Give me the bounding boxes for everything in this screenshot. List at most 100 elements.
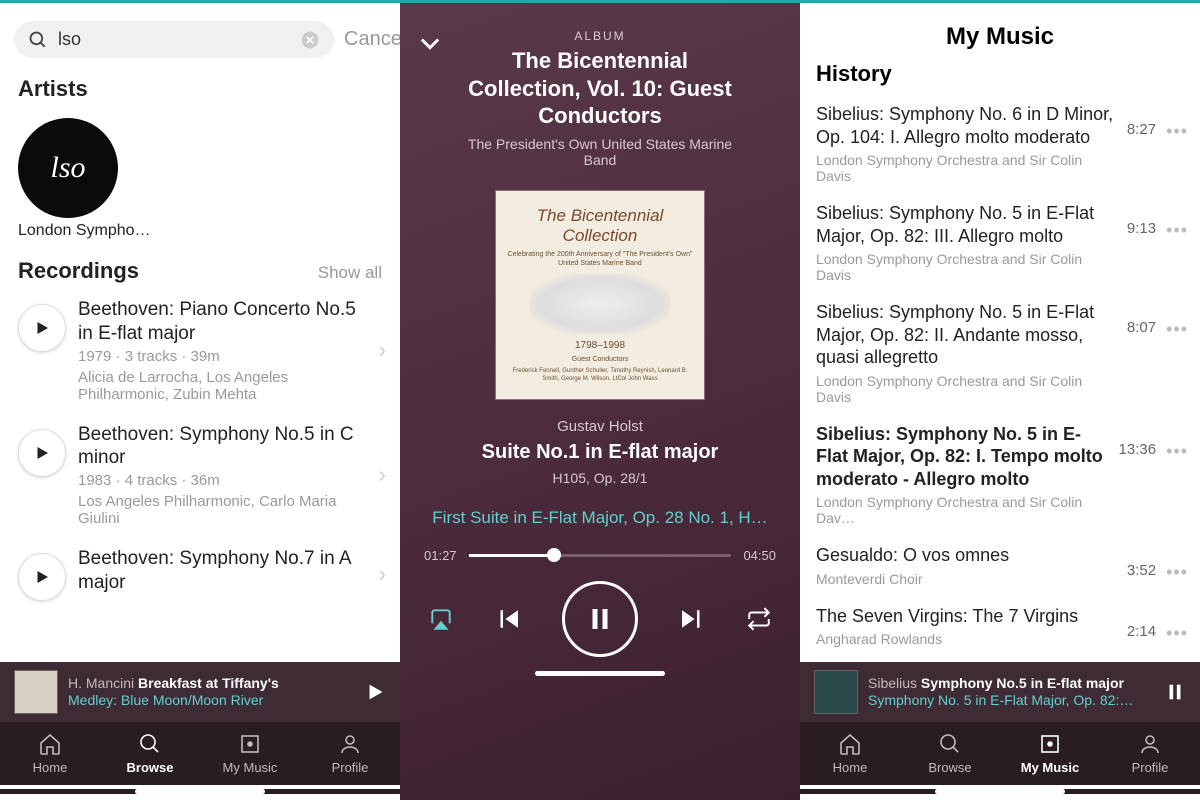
history-row[interactable]: Sibelius: Symphony No. 5 in E-Flat Major… — [800, 415, 1200, 537]
history-artist: London Symphony Orchestra and Sir Colin … — [816, 373, 1117, 405]
tab-mymusic[interactable]: My Music — [200, 722, 300, 785]
mymusic-icon — [238, 732, 262, 756]
tab-label: Home — [833, 760, 868, 775]
recording-row[interactable]: Beethoven: Symphony No.7 in A major › — [0, 537, 400, 611]
search-input[interactable] — [58, 29, 290, 50]
tab-profile[interactable]: Profile — [300, 722, 400, 785]
home-indicator — [935, 789, 1065, 794]
search-pane: Cancel Artists lso London Sympho… Record… — [0, 3, 400, 800]
airplay-icon[interactable] — [428, 606, 454, 632]
page-title: My Music — [800, 3, 1200, 61]
play-icon[interactable] — [364, 681, 386, 703]
history-duration: 3:52 — [1127, 562, 1156, 579]
mini-album-art — [814, 670, 858, 714]
recording-list: Beethoven: Piano Concerto No.5 in E-flat… — [0, 288, 400, 611]
history-artist: London Symphony Orchestra and Sir Colin … — [816, 494, 1109, 526]
home-icon — [838, 732, 862, 756]
album-artist: The President's Own United States Marine… — [454, 136, 746, 168]
recording-meta: 1983 · 4 tracks · 36m — [78, 472, 367, 489]
artist-name[interactable]: London Sympho… — [0, 222, 400, 240]
browse-icon — [138, 732, 162, 756]
tab-label: Profile — [1132, 760, 1169, 775]
cancel-button[interactable]: Cancel — [344, 28, 400, 51]
history-duration: 9:13 — [1127, 220, 1156, 237]
mini-player[interactable]: Sibelius Symphony No.5 in E-flat major S… — [800, 662, 1200, 722]
now-playing-pane: ALBUM The Bicentennial Collection, Vol. … — [400, 3, 800, 800]
tab-label: Browse — [127, 760, 174, 775]
album-title: The Bicentennial Collection, Vol. 10: Gu… — [454, 47, 746, 130]
search-icon — [28, 30, 48, 50]
tab-label: My Music — [1021, 760, 1080, 775]
history-list: Sibelius: Symphony No. 6 in D Minor, Op.… — [800, 95, 1200, 657]
history-row[interactable]: Sibelius: Symphony No. 5 in E-Flat Major… — [800, 194, 1200, 293]
recordings-header: Recordings — [18, 258, 139, 284]
cover-subtitle: Celebrating the 200th Anniversary of "Th… — [506, 250, 694, 268]
tab-profile[interactable]: Profile — [1100, 722, 1200, 785]
play-button[interactable] — [18, 429, 66, 477]
more-icon[interactable]: ••• — [1166, 121, 1188, 142]
chevron-down-icon[interactable] — [416, 29, 444, 57]
chevron-right-icon: › — [379, 462, 386, 488]
history-row[interactable]: Sibelius: Symphony No. 5 in E-Flat Major… — [800, 293, 1200, 415]
home-indicator — [535, 671, 665, 676]
play-button[interactable] — [18, 553, 66, 601]
browse-icon — [938, 732, 962, 756]
cover-sub: Guest Conductors — [572, 355, 628, 364]
pause-icon[interactable] — [1164, 681, 1186, 703]
history-row[interactable]: Gesualdo: O vos omnes Monteverdi Choir 3… — [800, 536, 1200, 597]
more-icon[interactable]: ••• — [1166, 441, 1188, 462]
mini-track: Symphony No. 5 in E-Flat Major, Op. 82:… — [868, 692, 1133, 708]
history-header: History — [800, 61, 1200, 95]
more-icon[interactable]: ••• — [1166, 562, 1188, 583]
profile-icon — [338, 732, 362, 756]
mymusic-icon — [1038, 732, 1062, 756]
progress-bar[interactable] — [469, 554, 732, 557]
history-row[interactable]: Sibelius: Symphony No. 6 in D Minor, Op.… — [800, 95, 1200, 194]
mini-album-art — [14, 670, 58, 714]
previous-icon[interactable] — [493, 604, 523, 634]
mini-artist: Sibelius — [868, 675, 917, 691]
recording-artists: Los Angeles Philharmonic, Carlo Maria Gi… — [78, 493, 367, 527]
search-box[interactable] — [14, 21, 334, 58]
home-indicator — [135, 789, 265, 794]
tab-browse[interactable]: Browse — [100, 722, 200, 785]
recording-row[interactable]: Beethoven: Symphony No.5 in C minor 1983… — [0, 413, 400, 538]
more-icon[interactable]: ••• — [1166, 319, 1188, 340]
recording-artists: Alicia de Larrocha, Los Angeles Philharm… — [78, 369, 367, 403]
history-title: Sibelius: Symphony No. 6 in D Minor, Op.… — [816, 103, 1117, 148]
history-duration: 8:27 — [1127, 121, 1156, 138]
cover-names: Frederick Fennell, Gunther Schuller, Tim… — [506, 368, 694, 384]
time-elapsed: 01:27 — [424, 548, 457, 563]
recording-row[interactable]: Beethoven: Piano Concerto No.5 in E-flat… — [0, 288, 400, 413]
pause-button[interactable] — [562, 581, 638, 657]
cover-image — [530, 274, 670, 334]
chevron-right-icon: › — [379, 561, 386, 587]
clear-icon[interactable] — [300, 30, 320, 50]
tab-home[interactable]: Home — [0, 722, 100, 785]
history-row[interactable]: The Seven Virgins: The 7 Virgins Anghara… — [800, 597, 1200, 658]
more-icon[interactable]: ••• — [1166, 623, 1188, 644]
cover-years: 1798–1998 — [575, 340, 625, 351]
tab-browse[interactable]: Browse — [900, 722, 1000, 785]
mini-track: Medley: Blue Moon/Moon River — [68, 692, 263, 708]
mini-artist: H. Mancini — [68, 675, 134, 691]
tab-label: Browse — [928, 760, 971, 775]
more-icon[interactable]: ••• — [1166, 220, 1188, 241]
show-all-button[interactable]: Show all — [318, 263, 382, 283]
profile-icon — [1138, 732, 1162, 756]
next-icon[interactable] — [677, 604, 707, 634]
history-duration: 2:14 — [1127, 623, 1156, 640]
artist-avatar[interactable]: lso — [18, 118, 118, 218]
repeat-icon[interactable] — [746, 606, 772, 632]
mini-player[interactable]: H. Mancini Breakfast at Tiffany's Medley… — [0, 662, 400, 722]
tab-mymusic[interactable]: My Music — [1000, 722, 1100, 785]
tab-home[interactable]: Home — [800, 722, 900, 785]
play-button[interactable] — [18, 304, 66, 352]
history-artist: London Symphony Orchestra and Sir Colin … — [816, 152, 1117, 184]
history-title: Sibelius: Symphony No. 5 in E-Flat Major… — [816, 301, 1117, 369]
recording-title: Beethoven: Symphony No.5 in C minor — [78, 423, 367, 471]
history-duration: 8:07 — [1127, 319, 1156, 336]
mini-album: Breakfast at Tiffany's — [138, 675, 279, 691]
history-title: The Seven Virgins: The 7 Virgins — [816, 605, 1117, 628]
my-music-pane: My Music History Sibelius: Symphony No. … — [800, 3, 1200, 800]
